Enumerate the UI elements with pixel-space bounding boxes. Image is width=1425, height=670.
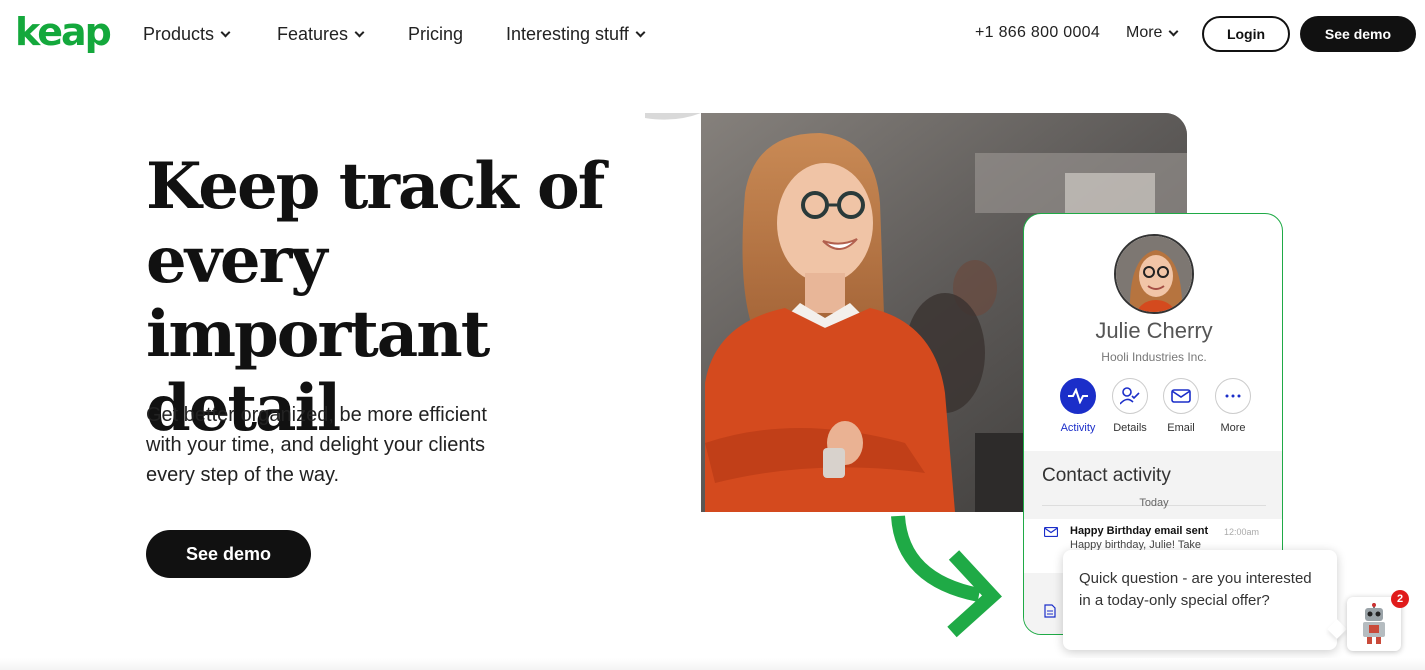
details-label: Details bbox=[1113, 422, 1147, 434]
green-arrow-icon bbox=[891, 515, 1002, 638]
hero-subtext: Get better organized, be more efficient … bbox=[146, 404, 487, 486]
top-navigation: keap Products Features Pricing Interesti… bbox=[0, 0, 1425, 68]
notification-badge: 2 bbox=[1391, 590, 1409, 608]
nav-features-label: Features bbox=[277, 24, 349, 44]
avatar bbox=[1114, 234, 1194, 314]
ellipsis-icon bbox=[1215, 378, 1251, 414]
nav-products-label: Products bbox=[143, 24, 215, 44]
nav-interesting-stuff[interactable]: Interesting stuff bbox=[506, 22, 646, 46]
email-tab[interactable]: Email bbox=[1153, 378, 1209, 434]
contact-name: Julie Cherry bbox=[1095, 318, 1213, 343]
nav-pricing[interactable]: Pricing bbox=[408, 22, 463, 46]
activity-item-title: Happy Birthday email sent bbox=[1070, 525, 1209, 537]
phone-number[interactable]: +1 866 800 0004 bbox=[975, 24, 1100, 42]
nav-interesting-stuff-label: Interesting stuff bbox=[506, 24, 629, 44]
activity-item-time: 12:00am bbox=[1224, 527, 1260, 537]
chevron-down-icon bbox=[635, 27, 646, 37]
activity-tab[interactable]: Activity bbox=[1050, 378, 1106, 434]
nav-products[interactable]: Products bbox=[143, 22, 231, 46]
see-demo-hero-button[interactable]: See demo bbox=[146, 530, 311, 578]
more-label: More bbox=[1220, 422, 1246, 434]
chevron-down-icon bbox=[220, 27, 231, 37]
section-divider bbox=[0, 658, 1425, 670]
contact-company: Hooli Industries Inc. bbox=[1101, 350, 1207, 364]
person-check-icon bbox=[1112, 378, 1148, 414]
activity-label: Activity bbox=[1060, 422, 1096, 434]
document-icon bbox=[1044, 604, 1056, 618]
keap-logo[interactable]: keap bbox=[15, 10, 112, 54]
details-tab[interactable]: Details bbox=[1102, 378, 1158, 434]
nav-pricing-label: Pricing bbox=[408, 24, 464, 44]
email-label: Email bbox=[1167, 422, 1195, 434]
chevron-down-icon bbox=[1169, 26, 1179, 36]
headline-line: Keep track of bbox=[146, 149, 605, 224]
more-tab[interactable]: More bbox=[1205, 378, 1261, 434]
chat-message: Quick question - are you interested in a… bbox=[1079, 570, 1312, 609]
headline-line: every important bbox=[146, 223, 490, 372]
contact-activity-title: Contact activity bbox=[1042, 465, 1171, 486]
nav-more[interactable]: More bbox=[1126, 24, 1179, 42]
activity-group-label: Today bbox=[1139, 497, 1169, 509]
chevron-down-icon bbox=[354, 27, 365, 37]
envelope-icon bbox=[1044, 527, 1058, 537]
nav-more-label: More bbox=[1126, 24, 1163, 41]
robot-icon bbox=[1363, 603, 1385, 644]
pulse-icon bbox=[1060, 378, 1096, 414]
envelope-icon bbox=[1163, 378, 1199, 414]
nav-features[interactable]: Features bbox=[277, 22, 365, 46]
see-demo-nav-button[interactable]: See demo bbox=[1300, 16, 1416, 52]
chat-popup[interactable]: Quick question - are you interested in a… bbox=[1063, 550, 1337, 650]
login-button[interactable]: Login bbox=[1202, 16, 1290, 52]
